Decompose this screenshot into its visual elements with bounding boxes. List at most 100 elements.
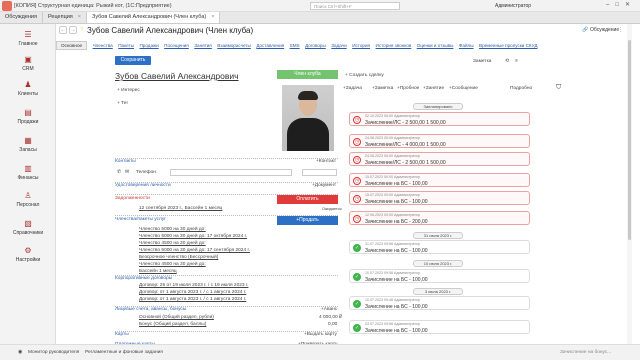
pay-button[interactable]: Оплатить (277, 195, 338, 204)
current-user[interactable]: Администратор (495, 3, 531, 9)
forward-button[interactable]: → (69, 26, 77, 34)
tab-sales[interactable]: Продажи (139, 43, 158, 48)
page-title: Зубов Савелий Александрович (Член клуба) (87, 26, 254, 35)
issue-card-button[interactable]: +Выдать карту (304, 332, 337, 337)
account-name[interactable]: Бонус (Общий раздел, баллы) (139, 322, 206, 327)
membership-item[interactable]: Членство 4500 на 30 дней до: (139, 241, 206, 246)
timeline-card[interactable]: ◷ 02.10.2023 00:00 Администратор Зачислен… (349, 112, 530, 126)
tab-packages[interactable]: Пакеты (118, 43, 134, 48)
add-task-button[interactable]: +Задача (343, 86, 362, 91)
tab-settlements[interactable]: Взаиморасчеты (217, 43, 251, 48)
tab-client[interactable]: Зубов Савелий Александрович (Член клуба)… (87, 12, 221, 23)
membership-item[interactable]: Бассейн 1 месяц (139, 269, 177, 274)
accounts-section[interactable]: Лицевые счета, авансы, бонусы (115, 307, 186, 312)
timeline-card[interactable]: ◷ 12.06.2023 00:00 Администратор Зачислен… (349, 211, 530, 225)
tab-discussions[interactable]: Обсуждения (0, 12, 43, 23)
scheduled-jobs-link[interactable]: Регламентные и фоновые задания (85, 350, 163, 355)
sidebar-item-settings[interactable]: ⚙ Настройки (0, 246, 56, 263)
history-icon[interactable]: ⟲ (505, 59, 509, 64)
add-lesson-button[interactable]: +Занятие (423, 86, 444, 91)
saved-note[interactable]: Заметка (473, 59, 491, 64)
check-icon: ✓ (353, 273, 361, 281)
cards-section[interactable]: Карты (115, 332, 129, 337)
membership-item[interactable]: Членство 5000 на 30 дней до: 17 сентября… (139, 248, 250, 253)
membership-item[interactable]: Членство 4500 на 30 дней до: (139, 262, 206, 267)
sidebar-item-main[interactable]: ☰ Главное (0, 30, 56, 47)
sidebar-item-reference[interactable]: ▧ Справочники (0, 219, 56, 236)
debts-section[interactable]: Задолженности (115, 196, 150, 201)
timeline-card[interactable]: ✓ 10.07.2023 09:48 Администратор Зачислен… (349, 296, 530, 310)
favorite-star-icon[interactable]: ☆ (78, 26, 86, 34)
menu-icon[interactable]: ≡ (515, 59, 518, 64)
create-deal-button[interactable]: + Создать сделку (345, 73, 384, 78)
window-controls[interactable]: –□✕ (606, 1, 636, 8)
tab-lessons[interactable]: Занятия (194, 43, 212, 48)
tab-reception[interactable]: Рецепция × (43, 12, 87, 23)
tab-visits[interactable]: Посещения (164, 43, 189, 48)
sidebar-item-clients[interactable]: ♟ Клиенты (0, 80, 56, 97)
contacts-section[interactable]: Контакты (115, 159, 136, 164)
add-message-button[interactable]: +Сообщение (449, 86, 478, 91)
add-trial-button[interactable]: +Пробное (397, 86, 419, 91)
timeline-card[interactable]: ◷ 24.08.2023 00:00 Администратор Зачислен… (349, 152, 530, 166)
title-bar: [КОПИЯ] Структурная единица: Рыжий кот, … (0, 0, 640, 12)
contracts-section[interactable]: Корпоративные договоры (115, 276, 172, 281)
memberships-section[interactable]: Членства/пакеты услуг (115, 217, 166, 222)
sidebar-item-finance[interactable]: ▥ Финансы (0, 164, 56, 181)
add-tag-button[interactable]: + Тег (117, 101, 128, 106)
finance-icon: ▥ (24, 164, 32, 173)
add-note-button[interactable]: +Заметка (372, 86, 393, 91)
tab-achievements[interactable]: Доставления (256, 43, 284, 48)
check-icon: ✓ (353, 244, 361, 252)
timeline-card[interactable]: ✓ 03.07.2023 09:58 Администратор Зачислен… (349, 320, 530, 334)
status-badge[interactable]: Член клуба (277, 70, 338, 79)
sidebar-item-staff[interactable]: ♙ Персонал (0, 191, 56, 208)
membership-item[interactable]: Членство 5000 на 30 дней до: 17 октября … (139, 234, 247, 239)
timeline-card[interactable]: ✓ 31.07.2023 09:58 Администратор Зачислен… (349, 240, 530, 254)
manager-monitor-link[interactable]: Монитор руководителя (28, 350, 79, 355)
check-icon: ✓ (353, 300, 361, 308)
clock-icon: ◷ (353, 177, 361, 185)
client-name[interactable]: Зубов Савелий Александрович (115, 71, 239, 81)
client-photo[interactable] (282, 85, 334, 151)
filter-icon[interactable]: ⛉ (556, 84, 561, 92)
membership-item[interactable]: Членство 5000 на 30 дней до: (139, 227, 206, 232)
tab-basic[interactable]: Основное (56, 40, 88, 50)
save-button[interactable]: Сохранить (115, 56, 151, 65)
back-button[interactable]: ← (59, 26, 67, 34)
sell-button[interactable]: +Продать (277, 216, 338, 225)
contract-item[interactable]: Договор: от 1 августа 2023 г. / с 1 авгу… (139, 290, 246, 295)
timeline-card[interactable]: ◷ 24.08.2023 00:00 Администратор Зачислен… (349, 134, 530, 148)
sidebar-item-stock[interactable]: ▦ Запасы (0, 136, 56, 153)
timeline-card[interactable]: ◷ 15.07.2023 00:00 Администратор Зачислен… (349, 191, 530, 205)
details-link[interactable]: Подробно (510, 86, 532, 91)
menu-icon: ☰ (24, 30, 32, 39)
id-documents-section[interactable]: Удостоверения личности (115, 183, 171, 188)
phone-input[interactable] (170, 169, 292, 176)
tab-sms[interactable]: SMS (290, 43, 300, 48)
membership-item[interactable]: Безсрочное членство (Бессрочный) (139, 255, 218, 260)
add-contact-button[interactable]: +Контакт (316, 159, 336, 164)
phone-label: Телефон (136, 170, 156, 175)
timeline-card[interactable]: ◷ 15.07.2023 00:00 Администратор Зачислен… (349, 173, 530, 187)
sidebar-item-sales[interactable]: ▤ Продажи (0, 108, 56, 125)
tab-contracts[interactable]: Договоры (305, 43, 326, 48)
add-document-button[interactable]: +Документ (312, 183, 336, 188)
clock-icon: ◷ (353, 215, 361, 223)
debt-item[interactable]: 12 сентября 2023 г., Бассейн 1 месяц (139, 206, 222, 211)
scrollbar-thumb[interactable] (628, 40, 631, 240)
contract-item[interactable]: Договор: от 1 августа 2023 г. / с 1 авгу… (139, 297, 246, 302)
global-search-input[interactable]: Поиск Ctrl+Shift+F (310, 2, 400, 10)
clock-icon: ◷ (353, 138, 361, 146)
timeline-card[interactable]: ✓ 10.07.2023 09:58 Администратор Зачислен… (349, 269, 530, 283)
sidebar-item-crm[interactable]: ▣ CRM (0, 55, 56, 72)
phone-extra-input[interactable] (302, 169, 337, 176)
add-interest-button[interactable]: + Интерес (117, 88, 140, 93)
main-area: ← → ☆ Зубов Савелий Александрович (Член … (56, 24, 626, 357)
account-name[interactable]: Основной (Общий раздел, рубли) (139, 315, 214, 320)
manager-monitor-icon: ◉ (18, 350, 23, 355)
add-advance-button[interactable]: +Аванс (321, 307, 337, 312)
tab-memberships[interactable]: Членства (93, 43, 113, 48)
contract-item[interactable]: Договор: 25 от 19 июля 2023 г. / с 19 ию… (139, 283, 248, 288)
app-logo-icon[interactable] (2, 0, 12, 11)
